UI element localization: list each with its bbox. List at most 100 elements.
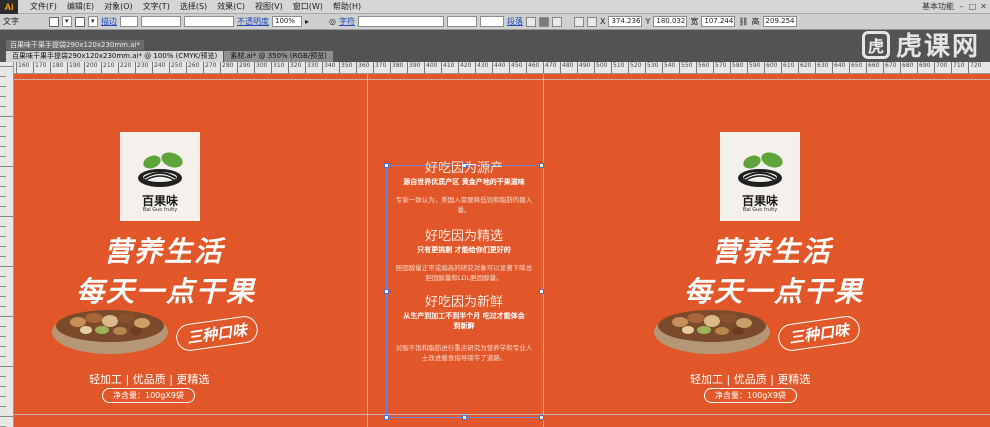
- align-center-icon[interactable]: [539, 16, 549, 27]
- ruler-tick-label: 400: [423, 62, 438, 73]
- stroke-swatch[interactable]: [75, 16, 85, 27]
- ruler-tick-label: 670: [882, 62, 897, 73]
- ruler-tick-label: 600: [763, 62, 778, 73]
- net-content-badge: 净含量：100gX9袋: [102, 388, 195, 403]
- document-tabs: 百果味干果手提袋290x120x230mm.ai* @ 100% (CMYK/预…: [6, 51, 334, 62]
- ruler-tick: [0, 156, 6, 157]
- ruler-tick: [0, 376, 6, 377]
- tab-main-document[interactable]: 百果味干果手提袋290x120x230mm.ai* @ 100% (CMYK/预…: [6, 51, 225, 62]
- menu-select[interactable]: 选择(S): [176, 0, 211, 14]
- stroke-weight-dropdown[interactable]: [120, 16, 138, 27]
- section-heading-origin: 好吃因为源产: [424, 161, 503, 176]
- workspace-switcher[interactable]: 基本功能: [922, 0, 954, 14]
- menu-file[interactable]: 文件(F): [26, 0, 61, 14]
- ruler-tick: [0, 116, 13, 117]
- font-family-dropdown[interactable]: [358, 16, 444, 27]
- ruler-tick-label: 390: [406, 62, 421, 73]
- ruler-tick-label: 290: [236, 62, 251, 73]
- ruler-tick-label: 370: [372, 62, 387, 73]
- fill-dropdown[interactable]: ▾: [62, 16, 72, 27]
- brand-subtitle: Bai Guo fruity: [742, 207, 778, 213]
- ruler-tick: [0, 126, 6, 127]
- paragraph-link[interactable]: 段落: [507, 16, 523, 27]
- horizontal-ruler[interactable]: 160 170 180 190 200 210 220 230 240 250 260 270 280 2…: [14, 62, 990, 74]
- section-heading-fresh: 好吃因为新鲜: [424, 295, 503, 310]
- tab-material[interactable]: 素材.ai* @ 350% (RGB/预览): [224, 51, 334, 62]
- y-input[interactable]: 180.032: [653, 16, 688, 27]
- x-input[interactable]: 374.236: [608, 16, 643, 27]
- ruler-tick: [0, 296, 6, 297]
- artboard-canvas[interactable]: 百果味 Bai Guo fruity 营养生活 每天一点干果 三种口味 轻加工 …: [14, 74, 990, 427]
- ruler-tick-label: 460: [525, 62, 540, 73]
- ruler-tick: [0, 206, 6, 207]
- center-copy: 好吃因为源产 源自世界优质产区 黄金产地的干果滋味 专家一致认为，美国人需要降低…: [386, 161, 542, 363]
- style-dropdown[interactable]: [184, 16, 234, 27]
- ruler-tick-label: 640: [831, 62, 846, 73]
- ruler-tick-label: 240: [151, 62, 166, 73]
- x-label: X: [600, 17, 606, 26]
- ruler-tick-label: 360: [355, 62, 370, 73]
- selection-handle[interactable]: [539, 415, 544, 420]
- ruler-tick-label: 330: [304, 62, 319, 73]
- ruler-tick-label: 200: [83, 62, 98, 73]
- ruler-tick-label: 170: [32, 62, 47, 73]
- guide-line: [367, 74, 368, 427]
- ruler-tick-label: 190: [66, 62, 81, 73]
- menu-edit[interactable]: 编辑(E): [63, 0, 98, 14]
- ruler-tick: [0, 316, 13, 317]
- minimize-icon[interactable]: –: [957, 1, 966, 12]
- align-left-icon[interactable]: [526, 16, 536, 27]
- ruler-tick-label: 550: [678, 62, 693, 73]
- brush-dropdown[interactable]: [141, 16, 181, 27]
- ruler-tick-label: 500: [593, 62, 608, 73]
- ruler-tick-label: 690: [916, 62, 931, 73]
- vertical-ruler[interactable]: [0, 62, 14, 427]
- ruler-tick: [0, 256, 6, 257]
- close-icon[interactable]: ✕: [979, 1, 988, 12]
- ruler-tick-label: 350: [338, 62, 353, 73]
- selection-handle[interactable]: [384, 415, 389, 420]
- menu-effect[interactable]: 效果(C): [213, 0, 249, 14]
- ruler-tick-label: 320: [287, 62, 302, 73]
- menu-type[interactable]: 文字(T): [139, 0, 174, 14]
- maximize-icon[interactable]: □: [968, 1, 977, 12]
- font-size-dropdown[interactable]: [480, 16, 504, 27]
- ruler-tick-label: 520: [627, 62, 642, 73]
- ruler-tick-label: 450: [508, 62, 523, 73]
- ruler-tick: [0, 76, 6, 77]
- selection-handle[interactable]: [462, 415, 467, 420]
- fill-swatch[interactable]: [49, 16, 59, 27]
- height-input[interactable]: 209.254: [762, 16, 797, 27]
- ruler-tick-label: 540: [661, 62, 676, 73]
- section-subtitle-select: 只有更挑剔 才能给你们更好的: [417, 246, 511, 254]
- font-style-dropdown[interactable]: [447, 16, 477, 27]
- recolor-icon[interactable]: ◎: [329, 17, 336, 26]
- menu-help[interactable]: 帮助(H): [329, 0, 365, 14]
- transform-icon[interactable]: [574, 16, 584, 27]
- opacity-link[interactable]: 不透明度: [237, 16, 269, 27]
- character-link[interactable]: 字符: [339, 16, 355, 27]
- ruler-tick-label: 430: [474, 62, 489, 73]
- ruler-tick-label: 560: [695, 62, 710, 73]
- watermark: 虎 虎课网: [861, 26, 980, 63]
- section-subtitle-fresh: 从生产到加工不到半个月 吃过才能体会到新鲜: [403, 312, 525, 330]
- ruler-tick: [0, 266, 13, 267]
- width-input[interactable]: 107.244: [701, 16, 736, 27]
- menu-bar: Ai 文件(F) 编辑(E) 对象(O) 文字(T) 选择(S) 效果(C) 视…: [0, 0, 990, 14]
- slogan-line1: 营养生活: [712, 235, 833, 268]
- menu-object[interactable]: 对象(O): [100, 0, 137, 14]
- nut-bowl-image: [52, 310, 168, 354]
- link-icon[interactable]: ⛓: [738, 17, 748, 26]
- opacity-input[interactable]: 100%: [272, 16, 302, 27]
- stroke-dropdown[interactable]: ▾: [88, 16, 98, 27]
- stroke-link[interactable]: 描边: [101, 16, 117, 27]
- reference-point-icon[interactable]: [587, 16, 597, 27]
- opacity-arrow-icon[interactable]: ▸: [305, 17, 309, 26]
- ruler-tick: [0, 336, 6, 337]
- menu-window[interactable]: 窗口(W): [289, 0, 327, 14]
- ruler-tick-label: 620: [797, 62, 812, 73]
- ruler-tick-label: 300: [253, 62, 268, 73]
- menu-view[interactable]: 视图(V): [251, 0, 287, 14]
- section-body-fresh: 对脂不饱和脂肪进行重点研究为营养学和专业人士改进膳食指导铺平了道路。: [395, 344, 533, 362]
- align-right-icon[interactable]: [552, 16, 562, 27]
